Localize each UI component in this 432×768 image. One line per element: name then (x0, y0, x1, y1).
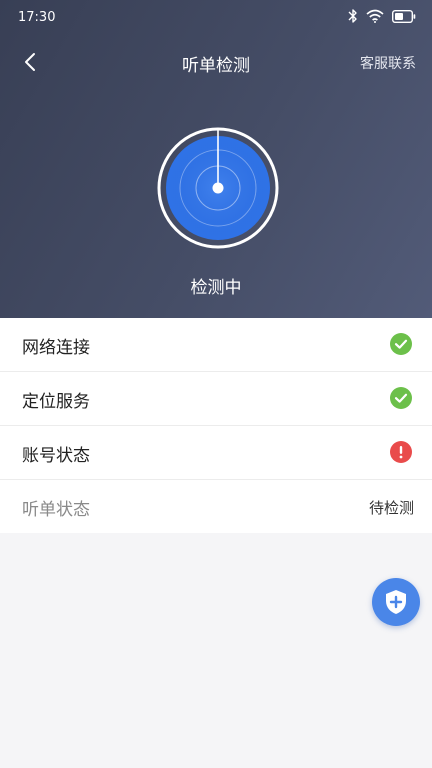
check-row-account[interactable]: 账号状态 (0, 426, 432, 480)
wifi-icon (366, 9, 384, 23)
detecting-label: 检测中 (190, 278, 242, 298)
check-row-network[interactable]: 网络连接 (0, 318, 432, 372)
check-row-location[interactable]: 定位服务 (0, 372, 432, 426)
check-list: 网络连接 定位服务 账号状态 听单状态 待检测 (0, 318, 432, 533)
exclamation-icon (390, 441, 412, 463)
nav-bar: 听单检测 客服联系 (0, 44, 432, 80)
check-label: 账号状态 (22, 446, 90, 466)
shield-plus-icon (386, 590, 406, 614)
status-bar: 17:30 (0, 0, 432, 34)
status-time: 17:30 (18, 10, 56, 25)
bluetooth-icon (348, 9, 357, 23)
pending-status-text: 待检测 (368, 499, 414, 517)
status-icons (348, 8, 416, 24)
check-icon (390, 387, 412, 409)
check-label: 网络连接 (22, 338, 90, 358)
check-label: 听单状态 (22, 500, 90, 520)
customer-service-link[interactable]: 客服联系 (360, 53, 416, 73)
shield-plus-button[interactable] (372, 578, 420, 626)
battery-icon (392, 9, 416, 23)
check-icon (390, 333, 412, 355)
hero-header: 17:30 听单检测 客服联系 检测中 (0, 0, 432, 318)
check-label: 定位服务 (22, 392, 90, 412)
check-row-order-listening[interactable]: 听单状态 待检测 (0, 480, 432, 533)
radar-scan-animation (157, 127, 279, 249)
